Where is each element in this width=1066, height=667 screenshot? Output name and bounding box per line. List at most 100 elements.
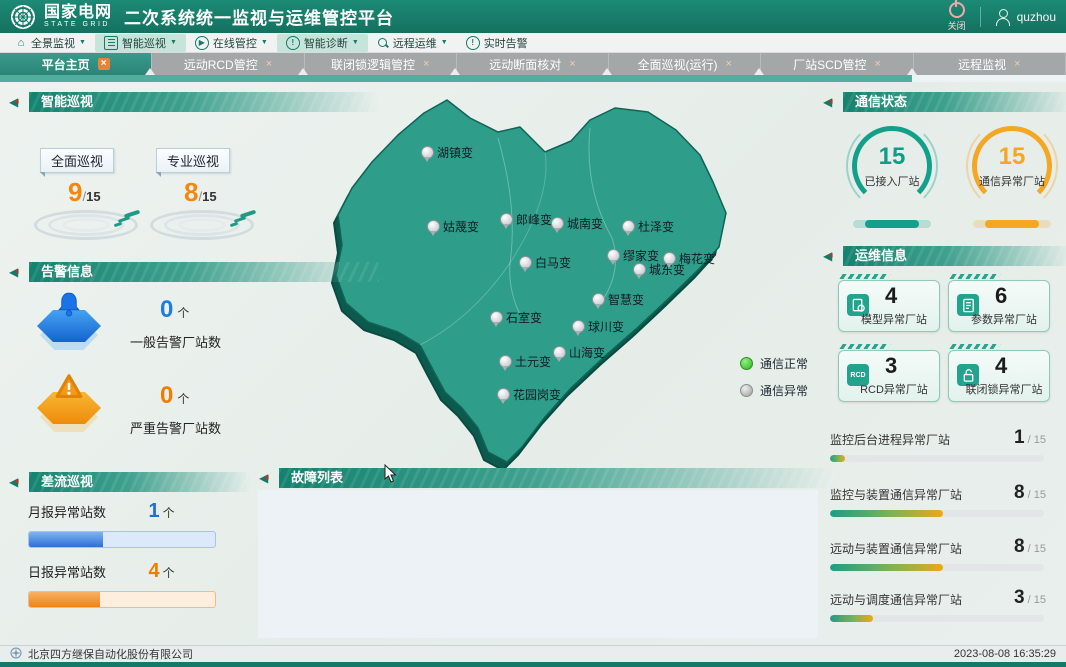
menu-item-label: 智能巡视 [122,35,166,51]
station-pin-icon [500,213,513,226]
bottom-accent-strip [0,662,1066,667]
tab-remote-monitor[interactable]: 远程监视 × [914,53,1066,75]
chevron-down-icon: ▼ [352,39,359,46]
station-pin-icon [607,249,620,262]
menu-bar: ⌂ 全景监视 ▼ 智能巡视 ▼ ▶ 在线管控 ▼ ! 智能诊断 ▼ 远程运维 ▼… [0,33,1066,53]
logout-label: 关闭 [948,19,966,32]
map-station[interactable]: 智慧变 [592,291,644,308]
station-pin-icon [427,220,440,233]
close-icon[interactable]: × [98,58,110,70]
tab-scd-control[interactable]: 厂站SCD管控 × [761,53,913,75]
power-icon [949,2,965,18]
station-pin-icon [551,217,564,230]
card-parameter-abnormal[interactable]: 6 参数异常厂站 [948,280,1050,332]
diff-progress-bar [28,531,216,548]
diff-label: 日报异常站数 [28,562,106,581]
collapse-arrow-icon[interactable] [822,94,838,110]
station-pin-icon [499,355,512,368]
map-station[interactable]: 梅花变 [663,250,715,267]
close-icon[interactable]: × [266,59,272,70]
map-station[interactable]: 杜泽变 [622,218,674,235]
card-interlock-abnormal[interactable]: 4 联闭锁异常厂站 [948,350,1050,402]
menu-item-remote-ops[interactable]: 远程运维 ▼ [368,34,457,52]
map-station[interactable]: 城南变 [551,215,603,232]
warning-icon [53,372,85,407]
map-station[interactable]: 山海变 [553,344,605,361]
card-label: 模型异常厂站 [853,311,935,327]
station-label: 城南变 [567,215,603,232]
card-value: 4 [995,353,1007,379]
diff-value: 4 [148,560,159,582]
close-icon[interactable]: × [875,59,881,70]
card-label: 参数异常厂站 [963,311,1045,327]
fault-list-body [258,490,818,638]
map-station[interactable]: 球川变 [572,318,624,335]
tab-label: 远动RCD管控 [184,56,258,73]
menu-item-online-control[interactable]: ▶ 在线管控 ▼ [186,34,277,52]
mouse-cursor [384,464,397,488]
tab-platform-home[interactable]: 平台主页 × [0,53,152,75]
close-icon[interactable]: × [569,59,575,70]
stat-progress-bar [830,564,1044,571]
close-icon[interactable]: × [726,59,732,70]
diff-monthly-row: 月报异常站数 1个 [28,500,218,548]
stat-total: / 15 [1025,543,1046,555]
station-label: 白马变 [535,254,571,271]
gauge-total: 15 [202,189,216,204]
map-station[interactable]: 土元变 [499,353,551,370]
chevron-down-icon: ▼ [441,39,448,46]
stat-total: / 15 [1025,489,1046,501]
tab-interlock-logic[interactable]: 联闭锁逻辑管控 × [305,53,457,75]
map-station[interactable]: 姑蔑变 [427,218,479,235]
menu-item-panorama[interactable]: ⌂ 全景监视 ▼ [6,34,95,52]
map-station[interactable]: 花园岗变 [497,386,561,403]
list-icon [104,36,118,50]
chevron-down-icon: ▼ [261,39,268,46]
timestamp: 2023-08-08 16:35:29 [954,648,1056,660]
station-label: 石室变 [506,309,542,326]
user-chip[interactable]: quzhou [995,9,1056,25]
close-icon[interactable]: × [1014,59,1020,70]
stat-value: 8 [1014,482,1025,503]
map-region [336,100,726,462]
station-pin-icon [572,320,585,333]
tab-rcd-control[interactable]: 远动RCD管控 × [152,53,304,75]
close-icon[interactable]: × [423,59,429,70]
map-station[interactable]: 石室变 [490,309,542,326]
collapse-arrow-icon[interactable] [8,474,24,490]
diff-progress-bar [28,591,216,608]
map-station[interactable]: 白马变 [519,254,571,271]
card-value: 3 [885,353,897,379]
collapse-arrow-icon[interactable] [822,248,838,264]
logout-button[interactable]: 关闭 [948,1,966,32]
station-label: 山海变 [569,344,605,361]
station-pin-icon [592,293,605,306]
gauge-comm-abnormal-stations: 15 通信异常厂站 [966,126,1058,228]
menu-item-smart-inspection[interactable]: 智能巡视 ▼ [95,34,186,52]
stat-label: 监控与装置通信异常厂站 [830,486,962,503]
alarm-unit: 个 [177,306,189,320]
card-rcd-abnormal[interactable]: RCD 3 RCD异常厂站 [838,350,940,402]
status-bar: 北京四方继保自动化股份有限公司 2023-08-08 16:35:29 [0,645,1066,662]
tab-label: 平台主页 [42,56,90,73]
map-station[interactable]: 郎峰变 [500,211,552,228]
stat-label: 远动与装置通信异常厂站 [830,540,962,557]
gauge-label: 通信异常厂站 [979,173,1045,189]
section-title: 智能巡视 [29,92,379,112]
card-model-abnormal[interactable]: 4 模型异常厂站 [838,280,940,332]
tab-full-inspection[interactable]: 全面巡视(运行) × [609,53,761,75]
general-alarm-text: 0个 一般告警厂站数 [130,296,260,351]
menu-item-smart-diagnosis[interactable]: ! 智能诊断 ▼ [277,34,368,52]
collapse-arrow-icon[interactable] [8,264,24,280]
stat-label: 远动与调度通信异常厂站 [830,591,962,608]
menu-item-realtime-alarm[interactable]: ! 实时告警 [457,34,537,52]
tab-section-check[interactable]: 远动断面核对 × [457,53,609,75]
status-dot-normal-icon [740,357,753,370]
station-pin-icon [421,146,434,159]
collapse-arrow-icon[interactable] [8,94,24,110]
tab-label: 远动断面核对 [489,56,561,73]
stat-total: / 15 [1025,594,1046,606]
station-label: 土元变 [515,353,551,370]
collapse-arrow-icon[interactable] [258,470,274,486]
map-station[interactable]: 湖镇变 [421,144,473,161]
